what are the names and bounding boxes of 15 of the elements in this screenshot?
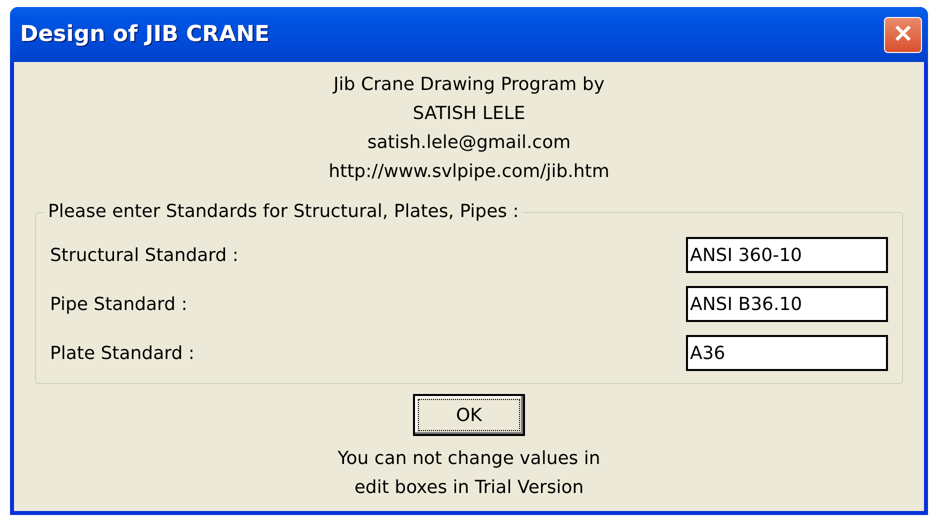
- group-title: Please enter Standards for Structural, Plates, Pipes :: [44, 200, 523, 224]
- header-text: Jib Crane Drawing Program by: [334, 73, 604, 97]
- input-field[interactable]: A36: [686, 335, 888, 371]
- field-label: Structural Standard :: [50, 244, 238, 266]
- header-text: satish.lele@gmail.com: [367, 131, 571, 155]
- window-title: Design of JIB CRANE: [20, 22, 270, 47]
- field-label: Pipe Standard :: [50, 294, 188, 314]
- input-field[interactable]: ANSI B36.10: [686, 286, 888, 322]
- header-text: SATISH LELE: [412, 102, 526, 126]
- ok-button[interactable]: OK: [413, 394, 525, 436]
- notice-text: You can not change values in: [338, 447, 600, 471]
- notice-text: edit boxes in Trial Version: [354, 476, 584, 500]
- header-text: http://www.svlpipe.com/jib.htm: [328, 160, 610, 184]
- field-label: Plate Standard :: [50, 342, 194, 364]
- input-field[interactable]: ANSI 360-10: [686, 237, 888, 273]
